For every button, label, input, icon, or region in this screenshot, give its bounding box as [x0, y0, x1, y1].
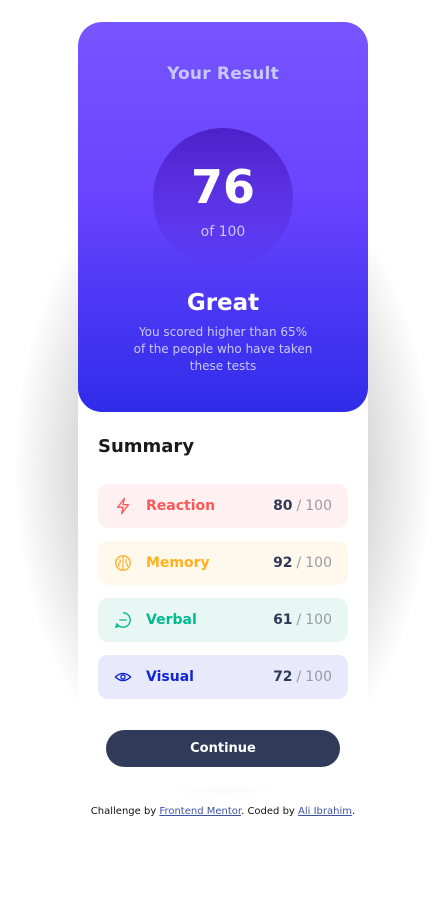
summary-item-label: Visual [146, 669, 194, 685]
result-panel: Your Result 76 of 100 Great You scored h… [78, 22, 368, 412]
summary-item-label: Reaction [146, 498, 216, 514]
score-max: 100 [305, 555, 332, 571]
score-value: 61 [273, 612, 293, 628]
frontend-mentor-link[interactable]: Frontend Mentor [159, 806, 241, 817]
score-value: 80 [273, 498, 293, 514]
lightning-icon [114, 497, 132, 515]
score-slash: / [296, 498, 302, 514]
result-description: You scored higher than 65% of the people… [133, 325, 313, 373]
score-circle: 76 of 100 [153, 128, 293, 268]
score-value: 76 [190, 160, 255, 214]
summary-item-memory: Memory 92/100 [98, 541, 348, 585]
attribution-prefix: Challenge by [90, 806, 160, 817]
summary-item-score: 72/100 [273, 669, 332, 685]
summary-item-label: Memory [146, 555, 210, 571]
result-grade: Great [186, 290, 260, 316]
summary-item-score: 61/100 [273, 612, 332, 628]
summary-item-label: Verbal [146, 612, 197, 628]
chat-bubble-icon [114, 611, 132, 629]
summary-item-reaction: Reaction 80/100 [98, 484, 348, 528]
score-slash: / [296, 555, 302, 571]
summary-item-score: 92/100 [273, 555, 332, 571]
score-slash: / [296, 612, 302, 628]
score-max: 100 [305, 498, 332, 514]
attribution-suffix: . [352, 806, 356, 817]
page-background: Your Result 76 of 100 Great You scored h… [0, 0, 446, 915]
summary-title: Summary [98, 436, 195, 457]
results-card: Your Result 76 of 100 Great You scored h… [78, 22, 368, 787]
score-max: of 100 [200, 224, 246, 240]
brain-icon [114, 554, 132, 572]
score-value: 72 [273, 669, 293, 685]
score-max: 100 [305, 669, 332, 685]
attribution-middle: . Coded by [241, 806, 299, 817]
summary-item-visual: Visual 72/100 [98, 655, 348, 699]
result-title: Your Result [167, 64, 279, 84]
continue-button[interactable]: Continue [106, 730, 340, 767]
author-link[interactable]: Ali Ibrahim [298, 806, 352, 817]
eye-icon [114, 668, 132, 686]
score-value: 92 [273, 555, 293, 571]
score-max: 100 [305, 612, 332, 628]
attribution: Challenge by Frontend Mentor. Coded by A… [0, 806, 446, 817]
score-slash: / [296, 669, 302, 685]
summary-item-verbal: Verbal 61/100 [98, 598, 348, 642]
summary-item-score: 80/100 [273, 498, 332, 514]
